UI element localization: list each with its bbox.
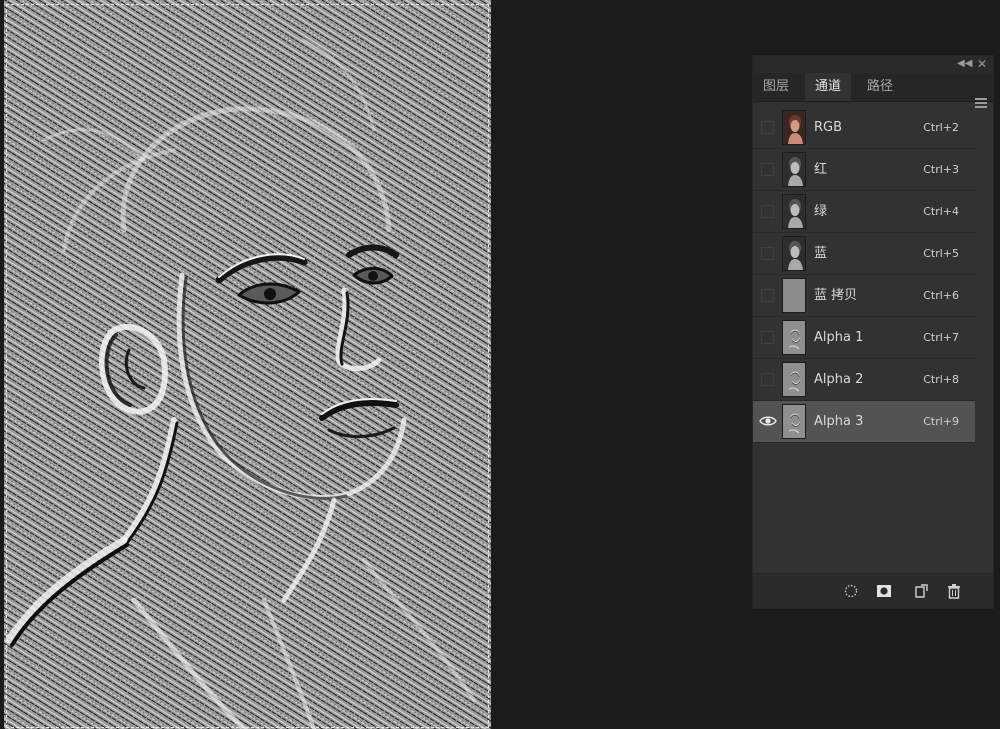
panel-scrollbar[interactable]	[977, 107, 991, 577]
channel-shortcut: Ctrl+4	[923, 205, 959, 218]
channel-shortcut: Ctrl+9	[923, 415, 959, 428]
delete-channel-button[interactable]	[945, 582, 963, 600]
visibility-toggle[interactable]	[761, 331, 774, 344]
channel-name: Alpha 2	[814, 372, 864, 387]
double-chevron-left-icon[interactable]: ◀◀	[957, 57, 972, 71]
channel-shortcut: Ctrl+2	[923, 121, 959, 134]
load-selection-button[interactable]	[842, 582, 860, 600]
channel-row[interactable]: 绿 Ctrl+4	[753, 191, 975, 233]
channel-thumbnail	[782, 194, 806, 229]
channel-thumbnail	[782, 320, 806, 355]
visibility-toggle[interactable]	[761, 163, 774, 176]
tab-channels[interactable]: 通道	[805, 73, 852, 101]
channel-shortcut: Ctrl+8	[923, 373, 959, 386]
channel-row[interactable]: 红 Ctrl+3	[753, 149, 975, 191]
visibility-toggle[interactable]	[761, 121, 774, 134]
embossed-portrait-image	[4, 0, 491, 729]
new-page-icon	[915, 584, 928, 598]
channel-name: RGB	[814, 120, 843, 135]
visibility-toggle[interactable]	[761, 247, 774, 260]
visibility-toggle[interactable]	[761, 373, 774, 386]
channel-shortcut: Ctrl+6	[923, 289, 959, 302]
channel-thumbnail	[782, 110, 806, 145]
save-selection-as-channel-button[interactable]	[875, 582, 893, 600]
channel-name: 蓝	[814, 246, 828, 261]
channel-thumbnail	[782, 362, 806, 397]
channel-row[interactable]: RGB Ctrl+2	[753, 107, 975, 149]
channel-row[interactable]: 蓝 Ctrl+5	[753, 233, 975, 275]
mask-icon	[877, 585, 891, 597]
channel-name: Alpha 3	[814, 414, 864, 429]
channel-name: 蓝 拷贝	[814, 288, 858, 303]
channel-name: Alpha 1	[814, 330, 864, 345]
channel-shortcut: Ctrl+7	[923, 331, 959, 344]
tab-paths[interactable]: 路径	[857, 73, 903, 101]
document-canvas[interactable]	[4, 0, 491, 729]
visibility-toggle[interactable]	[761, 205, 774, 218]
dotted-circle-icon	[844, 584, 858, 598]
new-channel-button[interactable]	[912, 582, 930, 600]
channel-shortcut: Ctrl+5	[923, 247, 959, 260]
channel-name: 红	[814, 162, 828, 177]
channel-shortcut: Ctrl+3	[923, 163, 959, 176]
visibility-toggle[interactable]	[759, 415, 777, 428]
tab-layers[interactable]: 图层	[753, 73, 799, 101]
channel-thumbnail	[782, 278, 806, 313]
channel-name: 绿	[814, 204, 828, 219]
eye-icon	[759, 416, 777, 426]
trash-icon	[948, 584, 960, 599]
channel-row[interactable]: Alpha 3 Ctrl+9	[753, 401, 975, 443]
channel-row[interactable]: 蓝 拷贝 Ctrl+6	[753, 275, 975, 317]
channel-row[interactable]: Alpha 2 Ctrl+8	[753, 359, 975, 401]
panel-footer	[753, 573, 993, 608]
channel-thumbnail	[782, 404, 806, 439]
channel-row[interactable]: Alpha 1 Ctrl+7	[753, 317, 975, 359]
panel-title-bar[interactable]: ◀◀ ✕	[753, 56, 993, 73]
channel-list: RGB Ctrl+2 红 Ctrl+3 绿 Ctrl+4 蓝 Ctrl+5 蓝 拷贝 Ctrl+6…	[753, 107, 975, 443]
panel-tabs: 图层 通道 路径	[753, 73, 993, 108]
channel-thumbnail	[782, 152, 806, 187]
close-icon[interactable]: ✕	[975, 57, 989, 71]
channels-panel: ◀◀ ✕ 图层 通道 路径 RGB Ctrl+2 红 Ctrl+3 绿 Ctrl+4 蓝 Ct…	[752, 55, 994, 609]
visibility-toggle[interactable]	[761, 289, 774, 302]
channel-thumbnail	[782, 236, 806, 271]
